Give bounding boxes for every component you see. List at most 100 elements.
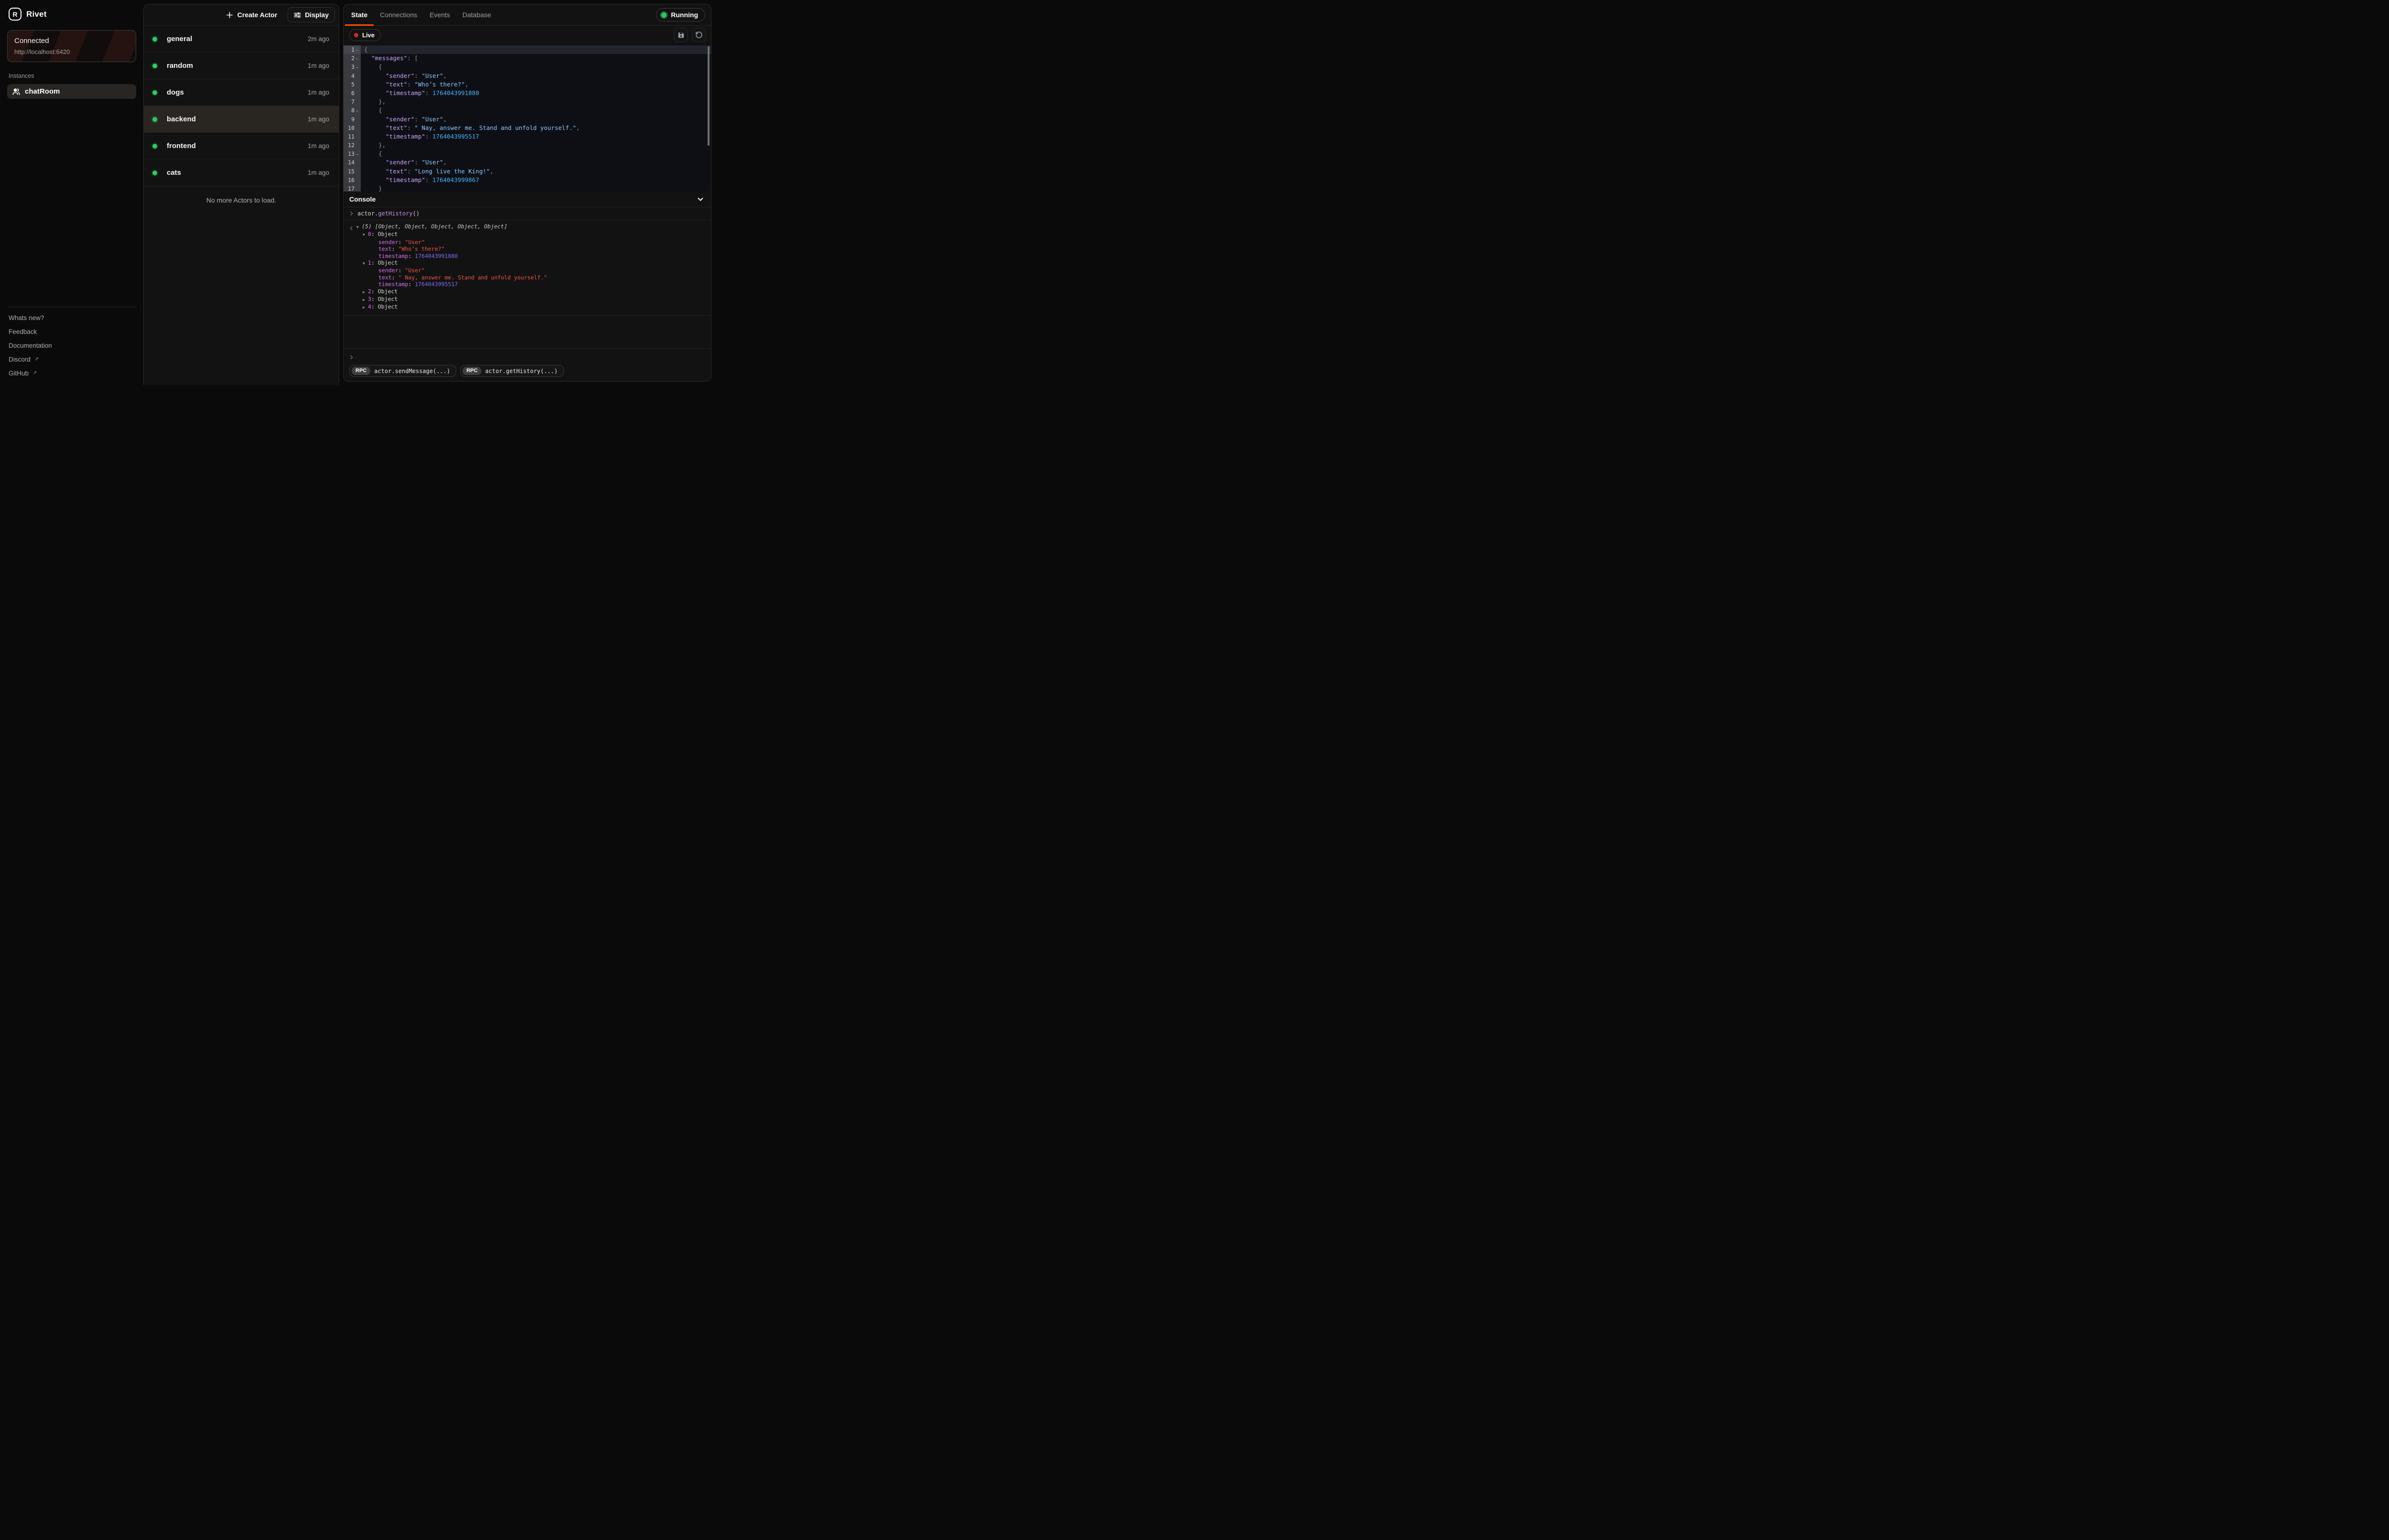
console-output-line: text: "Who’s there?"	[344, 246, 705, 252]
line-number-value: 7	[351, 97, 355, 106]
code-content: "sender": "User",	[361, 72, 711, 80]
line-number-value: 12	[348, 141, 355, 150]
actor-status-dot-icon	[152, 117, 157, 122]
sidebar-link-discord[interactable]: Discord↗	[9, 353, 135, 366]
actor-rows: general2m agorandom1m agodogs1m agobacke…	[144, 26, 339, 186]
plus-icon	[226, 11, 233, 19]
tab-events[interactable]: Events	[423, 4, 456, 25]
code-content: "timestamp": 1764043999867	[361, 176, 711, 184]
tabs-container: StateConnectionsEventsDatabase	[345, 4, 497, 25]
live-label: Live	[362, 32, 375, 39]
instances-label: Instances	[9, 73, 135, 79]
state-code-editor[interactable]: 1⌄{2⌄ "messages": [3⌄ {4 "sender": "User…	[344, 44, 711, 192]
console-output-line: ▶3: Object	[344, 296, 705, 303]
sidebar-item-chatroom[interactable]: chatRoom	[7, 84, 136, 99]
editor-line: 11 "timestamp": 1764043995517	[344, 132, 711, 141]
fold-chevron-icon[interactable]: ⌄	[355, 63, 360, 71]
console-output-line: ▼(5) [Object, Object, Object, Object, Ob…	[344, 223, 705, 231]
editor-scrollbar[interactable]	[708, 46, 710, 146]
sidebar-link-github[interactable]: GitHub↗	[9, 366, 135, 380]
rotate-ccw-icon	[695, 31, 703, 39]
code-content: },	[361, 141, 711, 150]
save-icon	[677, 31, 685, 39]
actor-row-frontend[interactable]: frontend1m ago	[144, 133, 339, 160]
fold-chevron-icon[interactable]: ⌄	[355, 45, 360, 54]
create-actor-button[interactable]: Create Actor	[223, 11, 280, 19]
status-badge[interactable]: Running	[656, 8, 705, 21]
line-number: 2⌄	[344, 54, 361, 63]
line-number-value: 13	[348, 150, 355, 158]
actor-row-general[interactable]: general2m ago	[144, 26, 339, 53]
rivet-logo-icon: R	[9, 8, 22, 21]
line-number: 7	[344, 97, 361, 106]
running-dot-icon	[661, 12, 667, 18]
line-number: 10	[344, 124, 361, 132]
line-number-value: 2	[351, 54, 355, 63]
rpc-code-label: actor.sendMessage(...)	[374, 368, 450, 374]
display-button[interactable]: Display	[288, 7, 335, 22]
console-output-line: timestamp: 1764043995517	[344, 281, 705, 288]
actor-last-seen: 1m ago	[308, 62, 329, 69]
console-input-echo: actor.getHistory()	[344, 207, 711, 220]
connection-card: Connected http://localhost:6420	[7, 30, 136, 62]
console-output-line: ▶4: Object	[344, 303, 705, 311]
line-number-value: 16	[348, 176, 355, 184]
tab-database[interactable]: Database	[456, 4, 497, 25]
chevron-down-icon[interactable]	[697, 195, 704, 203]
actor-last-seen: 1m ago	[308, 142, 329, 150]
collapsed-triangle-icon[interactable]: ▶	[363, 297, 368, 303]
live-badge[interactable]: Live	[349, 29, 381, 41]
code-content: "timestamp": 1764043991880	[361, 89, 711, 97]
fold-chevron-icon[interactable]: ⌄	[355, 54, 360, 63]
rpc-suggestions: RPC actor.sendMessage(...) RPCactor.getHis…	[344, 362, 711, 381]
sidebar-footer: Whats new?FeedbackDocumentationDiscord↗G…	[7, 307, 136, 380]
console-output-line: sender: "User"	[344, 239, 705, 246]
fold-chevron-icon[interactable]: ⌄	[355, 106, 360, 115]
actor-row-cats[interactable]: cats1m ago	[144, 160, 339, 186]
editor-lines: 1⌄{2⌄ "messages": [3⌄ {4 "sender": "User…	[344, 45, 711, 192]
console-section: Console actor.getHistory() ▼(5) [Object,…	[344, 192, 711, 381]
actor-row-random[interactable]: random1m ago	[144, 53, 339, 79]
collapsed-triangle-icon[interactable]: ▶	[363, 289, 368, 296]
console-header[interactable]: Console	[344, 192, 711, 207]
code-content: {	[361, 63, 711, 71]
line-number-value: 4	[351, 72, 355, 80]
code-content: "messages": [	[361, 54, 711, 63]
collapsed-triangle-icon[interactable]: ▶	[363, 304, 368, 311]
line-number: 14	[344, 158, 361, 167]
editor-line: 16 "timestamp": 1764043999867	[344, 176, 711, 184]
code-content: "sender": "User",	[361, 115, 711, 124]
rpc-suggestion-actor-sendmessage-[interactable]: RPC actor.sendMessage(...)	[349, 365, 456, 377]
editor-line: 12 },	[344, 141, 711, 150]
revert-state-button[interactable]	[692, 28, 706, 42]
expanded-triangle-icon[interactable]: ▼	[363, 232, 368, 238]
editor-line: 6 "timestamp": 1764043991880	[344, 89, 711, 97]
actor-name: cats	[167, 169, 308, 177]
sidebar-link-label: GitHub	[9, 370, 29, 377]
actor-name: backend	[167, 115, 308, 123]
rpc-suggestion-actor-gethistory-[interactable]: RPCactor.getHistory(...)	[460, 365, 564, 377]
save-state-button[interactable]	[674, 28, 688, 42]
line-number-value: 10	[348, 124, 355, 132]
actor-row-dogs[interactable]: dogs1m ago	[144, 79, 339, 106]
actor-row-backend[interactable]: backend1m ago	[144, 106, 339, 133]
sidebar-link-feedback[interactable]: Feedback	[9, 325, 135, 339]
line-number-value: 9	[351, 115, 355, 124]
expanded-triangle-icon[interactable]: ▼	[363, 260, 368, 267]
sidebar-link-documentation[interactable]: Documentation	[9, 339, 135, 353]
tab-state[interactable]: State	[345, 4, 374, 25]
fold-chevron-icon[interactable]: ⌄	[355, 150, 360, 158]
sidebar-link-label: Feedback	[9, 328, 37, 335]
line-number-value: 11	[348, 132, 355, 141]
tab-connections[interactable]: Connections	[374, 4, 423, 25]
expanded-triangle-icon[interactable]: ▼	[356, 224, 362, 231]
console-prompt[interactable]	[344, 348, 711, 362]
sidebar-link-whats-new-[interactable]: Whats new?	[9, 311, 135, 325]
editor-line: 17 }	[344, 184, 711, 192]
status-badge-label: Running	[671, 11, 698, 19]
rpc-badge-label: RPC	[352, 367, 370, 375]
console-title: Console	[349, 195, 697, 203]
line-number-value: 17	[348, 184, 355, 192]
console-output-line: timestamp: 1764043991880	[344, 253, 705, 259]
inspector-tabs: StateConnectionsEventsDatabase Running	[344, 4, 711, 26]
